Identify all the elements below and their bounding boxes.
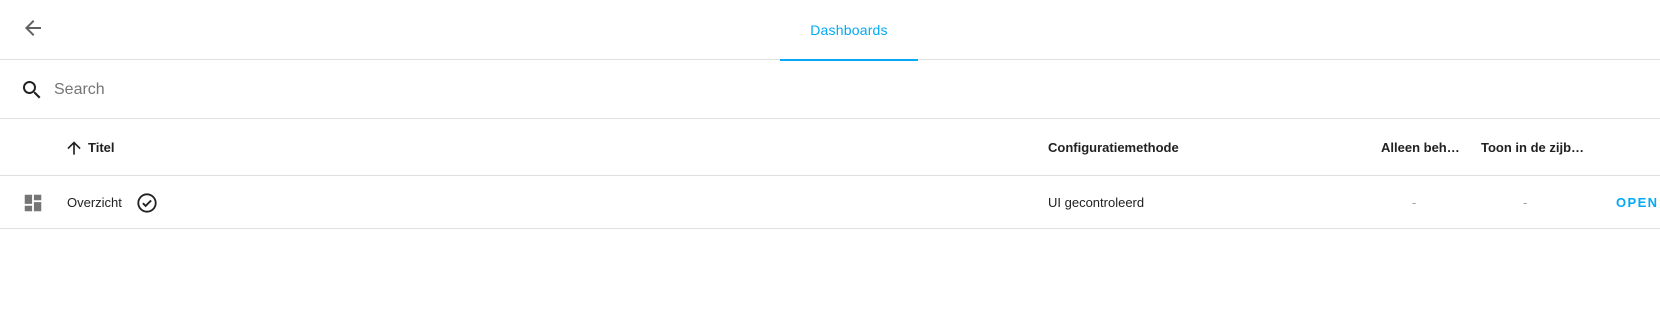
row-title: Overzicht: [67, 195, 122, 210]
column-label-admin-only: Alleen beh…: [1381, 140, 1460, 155]
row-show-in-sidebar-cell: -: [1523, 176, 1527, 229]
column-header-config-method[interactable]: Configuratiemethode: [1048, 119, 1179, 176]
table-header: Titel Configuratiemethode Alleen beh… To…: [0, 119, 1660, 176]
top-app-bar: Dashboards: [0, 0, 1660, 61]
check-circle-icon: [137, 192, 157, 213]
search-input[interactable]: [52, 74, 1632, 106]
dashboard-icon: [24, 194, 42, 211]
search-icon: [23, 81, 41, 99]
open-button[interactable]: OPEN: [1616, 195, 1658, 210]
search-bar: [0, 60, 1660, 119]
row-config-method-cell: UI gecontroleerd: [1048, 176, 1144, 229]
row-show-in-sidebar: -: [1523, 195, 1528, 210]
column-header-admin-only[interactable]: Alleen beh…: [1381, 119, 1460, 176]
column-label-title: Titel: [88, 140, 115, 155]
tab-dashboards[interactable]: Dashboards: [780, 0, 918, 61]
row-admin-only: -: [1412, 195, 1417, 210]
arrow-up-icon: [67, 140, 81, 155]
tab-label: Dashboards: [810, 22, 888, 38]
table-row[interactable]: Overzicht UI gecontroleerd - - OPEN: [0, 176, 1660, 229]
row-config-method: UI gecontroleerd: [1048, 195, 1145, 210]
column-header-show-in-sidebar[interactable]: Toon in de zijb…: [1481, 119, 1584, 176]
back-button[interactable]: [17, 12, 49, 44]
column-header-title[interactable]: Titel: [64, 119, 115, 176]
row-admin-only-cell: -: [1412, 176, 1416, 229]
row-icon-cell: [22, 176, 44, 229]
column-label-config-method: Configuratiemethode: [1048, 140, 1179, 155]
column-label-show-in-sidebar: Toon in de zijb…: [1481, 140, 1585, 155]
arrow-left-icon: [25, 20, 41, 36]
row-title-cell: Overzicht: [67, 176, 158, 229]
row-action-cell: OPEN: [1616, 176, 1658, 229]
